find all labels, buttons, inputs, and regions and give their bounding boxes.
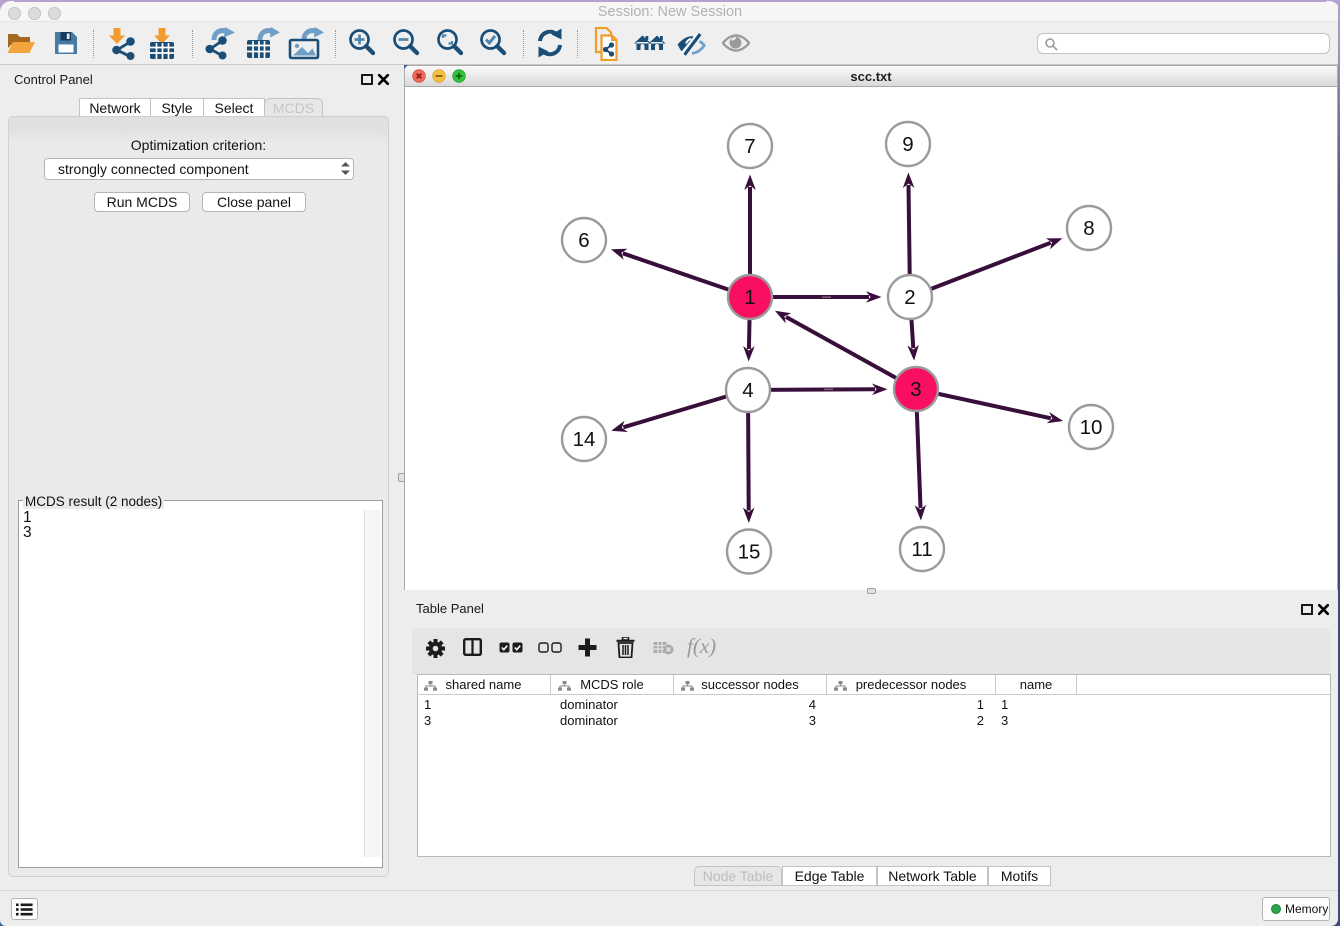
svg-text:10: 10 [1080,416,1103,439]
svg-text:6: 6 [578,229,589,252]
svg-text:1: 1 [744,286,755,309]
svg-text:8: 8 [1083,217,1094,240]
svg-text:14: 14 [573,428,596,451]
svg-text:9: 9 [902,133,913,156]
svg-text:4: 4 [742,379,753,402]
svg-text:11: 11 [911,538,932,561]
svg-text:15: 15 [738,541,761,564]
svg-text:3: 3 [910,378,921,401]
svg-text:7: 7 [744,135,755,158]
svg-text:2: 2 [904,286,915,309]
